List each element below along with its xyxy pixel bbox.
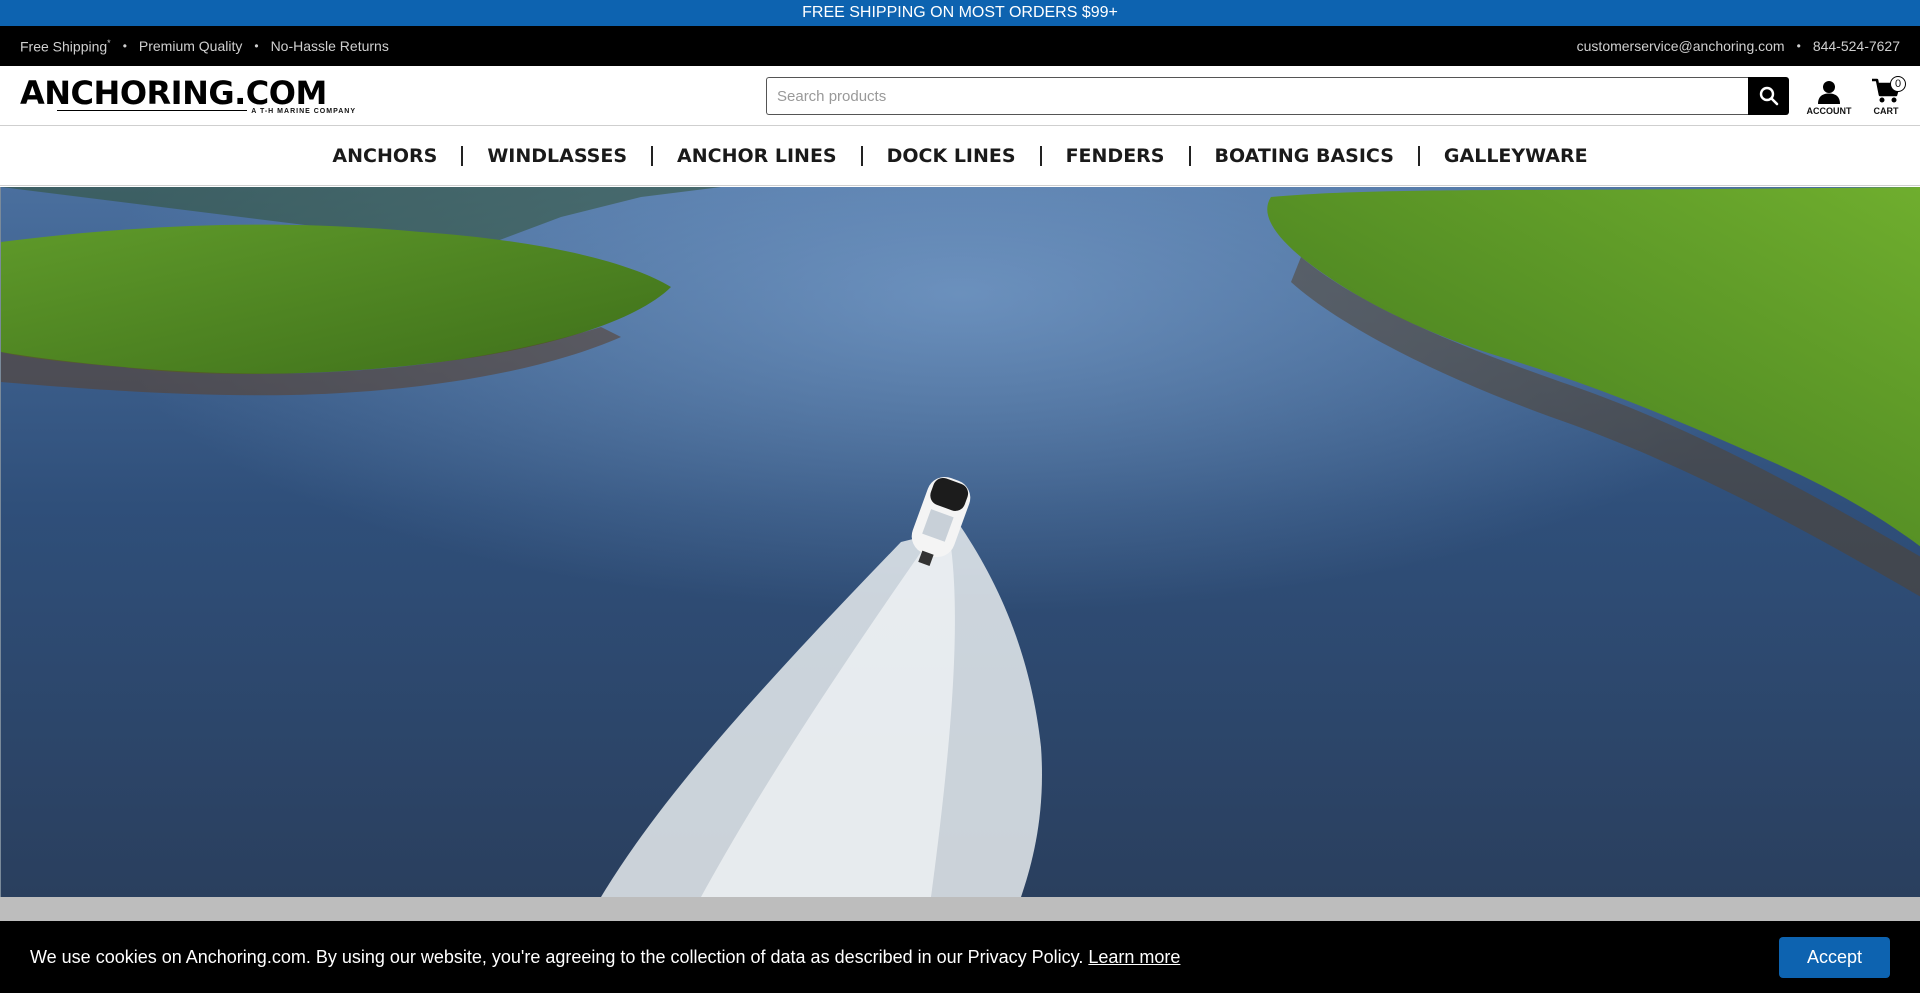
promo-text: FREE SHIPPING ON MOST ORDERS $99+ <box>802 4 1118 21</box>
utility-benefits: Free Shipping* • Premium Quality • No-Ha… <box>20 38 389 55</box>
account-label: ACCOUNT <box>1806 106 1852 116</box>
nav-item-galleyware[interactable]: GALLEYWARE <box>1417 145 1612 166</box>
premium-quality-text: Premium Quality <box>138 38 243 54</box>
nav-item-anchors[interactable]: ANCHORS <box>308 146 461 166</box>
separator-dot: • <box>1796 39 1801 53</box>
cookie-banner: We use cookies on Anchoring.com. By usin… <box>0 921 1920 993</box>
site-logo[interactable]: ANCHORING.COM A T-H MARINE COMPANY <box>20 77 356 115</box>
phone-link[interactable]: 844-524-7627 <box>1813 38 1900 54</box>
promo-bar: FREE SHIPPING ON MOST ORDERS $99+ <box>0 0 1920 26</box>
learn-more-link[interactable]: Learn more <box>1088 947 1180 967</box>
account-icon <box>1818 81 1840 104</box>
search-form <box>766 77 1789 115</box>
utility-contact: customerservice@anchoring.com • 844-524-… <box>1577 38 1900 54</box>
nav-item-boating-basics[interactable]: BOATING BASICS <box>1188 145 1418 166</box>
nav-item-anchor-lines[interactable]: ANCHOR LINES <box>651 145 861 166</box>
search-input[interactable] <box>766 77 1748 115</box>
separator-dot: • <box>122 39 127 53</box>
account-button[interactable]: ACCOUNT <box>1806 80 1852 116</box>
nav-item-fenders[interactable]: FENDERS <box>1039 145 1189 166</box>
utility-bar: Free Shipping* • Premium Quality • No-Ha… <box>0 26 1920 66</box>
hero-boat-scene <box>1 187 1920 897</box>
below-hero-strip <box>0 897 1920 921</box>
accept-cookies-button[interactable]: Accept <box>1778 936 1890 978</box>
main-nav: ANCHORS WINDLASSES ANCHOR LINES DOCK LIN… <box>0 126 1920 186</box>
nav-item-dock-lines[interactable]: DOCK LINES <box>860 145 1040 166</box>
returns-link[interactable]: No-Hassle Returns <box>271 38 389 54</box>
nav-item-windlasses[interactable]: WINDLASSES <box>461 145 651 166</box>
cart-button[interactable]: CART 0 <box>1866 76 1906 116</box>
cookie-message: We use cookies on Anchoring.com. By usin… <box>30 947 1180 968</box>
email-link[interactable]: customerservice@anchoring.com <box>1577 38 1785 54</box>
cart-count-badge: 0 <box>1890 76 1906 92</box>
logo-text: ANCHORING.COM <box>20 73 327 112</box>
search-button[interactable] <box>1748 77 1789 115</box>
logo-subtitle: A T-H MARINE COMPANY <box>57 108 356 115</box>
separator-dot: • <box>254 39 259 53</box>
site-header: ANCHORING.COM A T-H MARINE COMPANY ACCOU… <box>0 66 1920 126</box>
hero-image[interactable] <box>0 187 1920 897</box>
free-shipping-link[interactable]: Free Shipping* <box>20 38 111 55</box>
cookie-text: We use cookies on Anchoring.com. By usin… <box>30 946 1084 967</box>
search-icon <box>1759 86 1778 106</box>
cart-label: CART <box>1873 106 1899 116</box>
